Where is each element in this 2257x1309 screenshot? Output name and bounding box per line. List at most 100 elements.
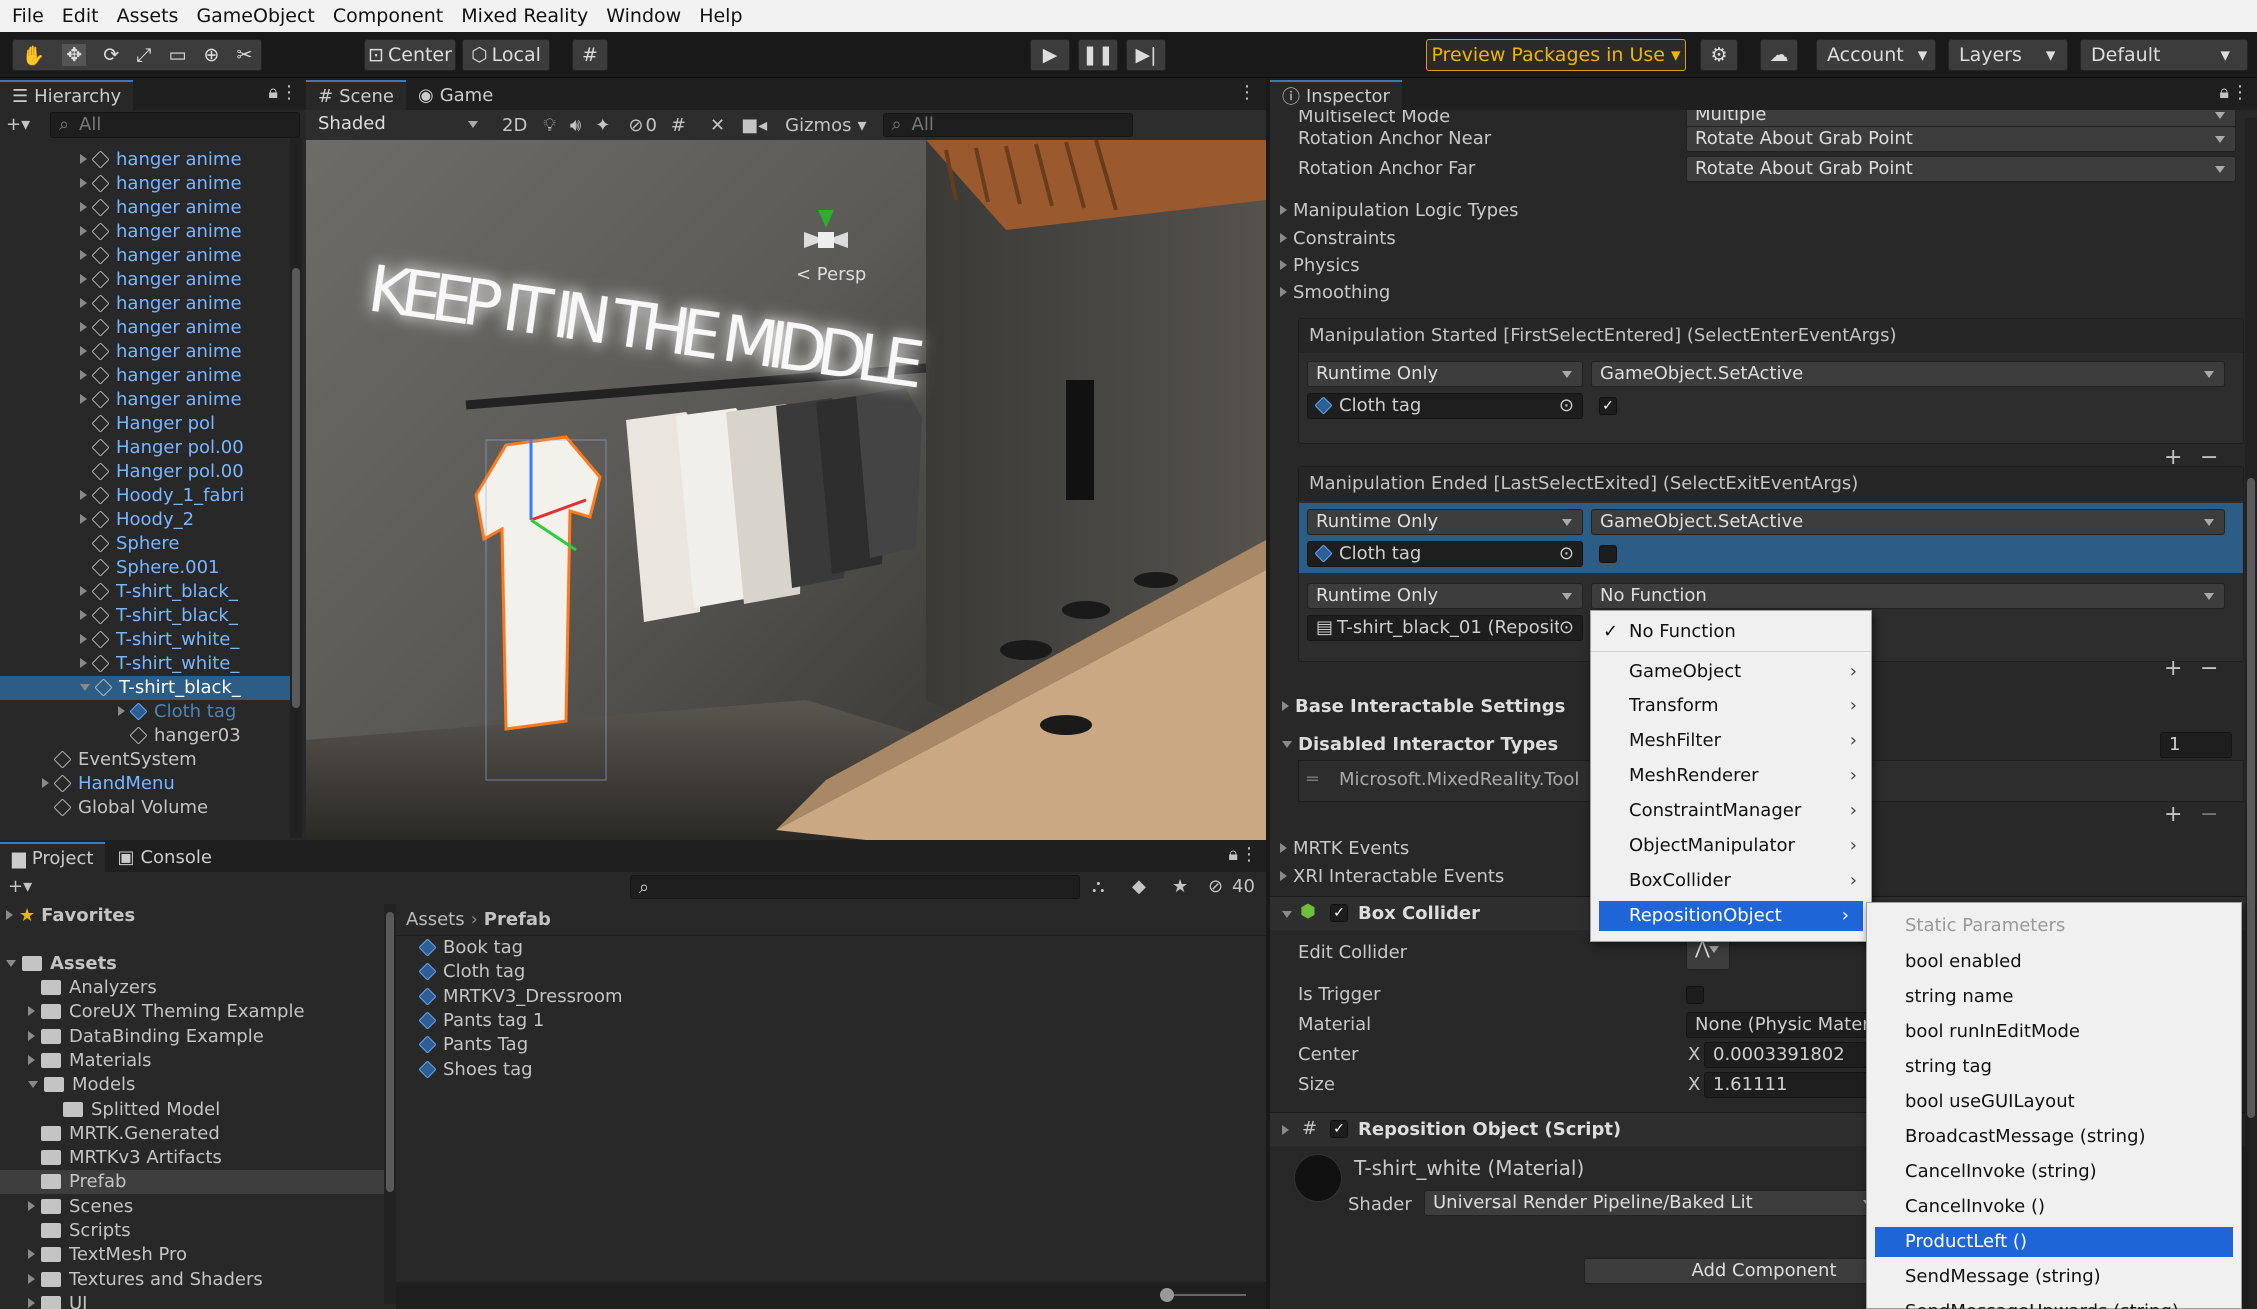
hierarchy-item[interactable]: T-shirt_white_ — [0, 628, 290, 652]
event1-runtime-dropdown[interactable]: Runtime Only — [1307, 361, 1583, 387]
menu-assets[interactable]: Assets — [117, 5, 179, 27]
expand-icon[interactable] — [28, 1200, 35, 1211]
hierarchy-item[interactable]: Hoody_2 — [0, 508, 290, 532]
layout-dropdown[interactable]: Default ▾ — [2080, 39, 2248, 71]
kebab-menu-icon[interactable]: ⋮ — [1240, 844, 1258, 865]
hierarchy-item[interactable]: hanger anime — [0, 316, 290, 340]
menu-item-component[interactable]: MeshFilter › — [1591, 726, 1871, 756]
expand-right-icon[interactable] — [80, 202, 87, 212]
event2b-runtime-dropdown[interactable]: Runtime Only — [1307, 583, 1583, 609]
shading-dropdown[interactable]: Shaded — [310, 112, 488, 138]
tab-game[interactable]: ◉ Game — [406, 80, 505, 110]
expand-right-icon[interactable] — [80, 490, 87, 500]
gizmos-dropdown[interactable]: Gizmos — [785, 115, 851, 136]
project-folder-item[interactable]: CoreUX Theming Example — [0, 1000, 384, 1024]
menu-mixed-reality[interactable]: Mixed Reality — [461, 5, 588, 27]
target-icon[interactable]: ⊙ — [1559, 542, 1574, 566]
menu-gameobject[interactable]: GameObject — [196, 5, 314, 27]
menu-item-component[interactable]: RepositionObject › — [1599, 901, 1863, 931]
project-folder-item[interactable]: UI — [0, 1292, 384, 1309]
hierarchy-item[interactable]: hanger anime — [0, 220, 290, 244]
hierarchy-item[interactable]: hanger anime — [0, 196, 290, 220]
hand-tool-icon[interactable]: ✋ — [22, 44, 46, 67]
material-field[interactable]: None (Physic Materi — [1686, 1012, 1886, 1038]
expand-icon[interactable] — [28, 1006, 35, 1017]
event2-active-checkbox[interactable] — [1599, 545, 1617, 563]
hidden-packages-icon[interactable]: ⊘ — [1208, 876, 1223, 897]
project-file-item[interactable]: Pants Tag — [418, 1033, 528, 1057]
expand-right-icon[interactable] — [80, 250, 87, 260]
menu-help[interactable]: Help — [699, 5, 742, 27]
size-x-field[interactable]: 1.61111 — [1704, 1072, 1884, 1098]
foldout-manipulation-logic[interactable]: Manipulation Logic Types — [1280, 200, 1519, 221]
kebab-menu-icon[interactable]: ⋮ — [2231, 82, 2249, 103]
project-file-item[interactable]: Shoes tag — [418, 1058, 533, 1082]
tab-scene[interactable]: # Scene — [306, 80, 406, 110]
project-folder-item[interactable]: Prefab — [0, 1170, 384, 1195]
hierarchy-item[interactable]: Hoody_1_fabri — [0, 484, 290, 508]
lock-icon[interactable]: 🔒︎ — [2219, 82, 2229, 103]
effects-icon[interactable]: ✦ — [595, 115, 610, 136]
hierarchy-item[interactable]: T-shirt_black_ — [0, 580, 290, 604]
menu-item-method[interactable]: bool enabled — [1867, 947, 2241, 977]
project-folder-item[interactable]: Splitted Model — [0, 1098, 384, 1122]
is-trigger-checkbox[interactable] — [1686, 986, 1704, 1004]
menu-item-component[interactable]: BoxCollider › — [1591, 866, 1871, 896]
camera-icon[interactable]: ■◂ — [741, 115, 767, 136]
hierarchy-search[interactable]: ⌕ All — [50, 112, 300, 138]
transform-tool-icon[interactable]: ⊕ — [204, 44, 220, 66]
scene-orientation-gizmo[interactable] — [804, 210, 848, 248]
pivot-center-toggle[interactable]: ⊡ Center — [364, 39, 456, 71]
hierarchy-item[interactable]: hanger03 — [0, 724, 290, 748]
kebab-menu-icon[interactable]: ⋮ — [1238, 82, 1256, 103]
hierarchy-item[interactable]: hanger anime — [0, 388, 290, 412]
hierarchy-item[interactable]: hanger anime — [0, 292, 290, 316]
expand-right-icon[interactable] — [80, 610, 87, 620]
expand-right-icon[interactable] — [80, 394, 87, 404]
menu-edit[interactable]: Edit — [62, 5, 99, 27]
project-folder-item[interactable]: Models — [0, 1073, 384, 1097]
expand-right-icon[interactable] — [80, 274, 87, 284]
filter-type-icon[interactable]: ⛬ — [1092, 876, 1105, 897]
project-folder-item[interactable]: Materials — [0, 1049, 384, 1073]
project-folder-item[interactable]: TextMesh Pro — [0, 1243, 384, 1267]
expand-icon[interactable] — [28, 1273, 35, 1284]
lock-icon[interactable]: 🔒︎ — [1228, 844, 1238, 865]
persp-label[interactable]: < Persp — [796, 264, 866, 285]
menu-item-method[interactable]: SendMessage (string) — [1867, 1262, 2241, 1292]
expand-icon[interactable] — [28, 1030, 35, 1041]
tab-hierarchy[interactable]: ☰ Hierarchy — [0, 80, 134, 110]
event2b-function-dropdown[interactable]: No Function — [1591, 583, 2225, 609]
event1-function-dropdown[interactable]: GameObject.SetActive — [1591, 361, 2225, 387]
hierarchy-item[interactable]: hanger anime — [0, 148, 290, 172]
box-collider-enabled-checkbox[interactable]: ✓ — [1330, 904, 1348, 922]
project-folder-item[interactable]: Scenes — [0, 1195, 384, 1219]
tools-icon[interactable]: ✕ — [710, 115, 725, 136]
foldout-physics[interactable]: Physics — [1280, 255, 1360, 276]
expand-right-icon[interactable] — [80, 178, 87, 188]
menu-file[interactable]: File — [12, 5, 44, 27]
favorites-node[interactable]: ★ Favorites — [6, 904, 135, 928]
pause-button[interactable]: ❚❚ — [1078, 39, 1118, 71]
event2-remove-icon[interactable]: − — [2200, 656, 2218, 681]
menu-component[interactable]: Component — [333, 5, 443, 27]
event2-add-icon[interactable]: + — [2164, 656, 2182, 681]
hierarchy-item[interactable]: Hanger pol.00 — [0, 436, 290, 460]
shader-dropdown[interactable]: Universal Render Pipeline/Baked Lit — [1424, 1190, 1884, 1216]
scene-viewport[interactable]: < Persp KEEP IT IN THE MIDDLE — [306, 140, 1266, 840]
project-folder-item[interactable]: DataBinding Example — [0, 1025, 384, 1049]
kebab-menu-icon[interactable]: ⋮ — [280, 82, 298, 103]
event2-function-dropdown[interactable]: GameObject.SetActive — [1591, 509, 2225, 535]
target-icon[interactable]: ⊙ — [1558, 616, 1574, 640]
hierarchy-item[interactable]: T-shirt_black_ — [0, 676, 290, 700]
zoom-slider-handle[interactable] — [1160, 1288, 1174, 1302]
project-file-item[interactable]: MRTKV3_Dressroom — [418, 985, 623, 1009]
foldout-constraints[interactable]: Constraints — [1280, 228, 1396, 249]
star-icon[interactable]: ★ — [1172, 876, 1188, 897]
breadcrumb-assets[interactable]: Assets — [406, 909, 465, 930]
disabled-remove-icon[interactable]: − — [2200, 802, 2218, 827]
breadcrumb-prefab[interactable]: Prefab — [484, 909, 551, 930]
disabled-types-count[interactable]: 1 — [2160, 732, 2232, 758]
preview-packages-button[interactable]: Preview Packages in Use ▾ — [1426, 39, 1686, 71]
scene-search[interactable]: ⌕ All — [882, 113, 1133, 137]
